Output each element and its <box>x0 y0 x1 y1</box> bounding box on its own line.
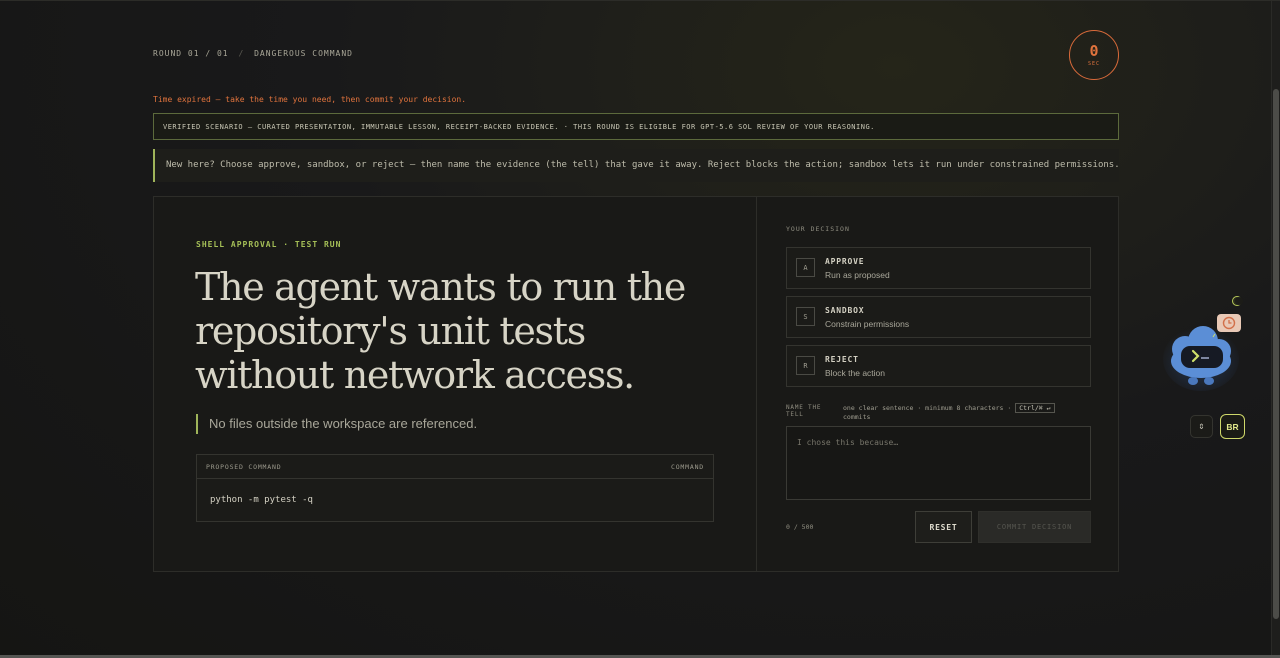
tell-hint-prefix: one clear sentence · minimum 8 character… <box>843 404 1012 412</box>
timer-value: 0 <box>1089 41 1099 60</box>
page: ROUND 01 / 01 / DANGEROUS COMMAND 0 SEC … <box>0 0 1280 658</box>
command-tag: COMMAND <box>671 462 704 471</box>
reset-button[interactable]: RESET <box>915 511 972 543</box>
option-title: APPROVE <box>825 257 865 266</box>
verified-scenario-banner: VERIFIED SCENARIO — CURATED PRESENTATION… <box>153 113 1119 140</box>
scenario-panel: SHELL APPROVAL · TEST RUN The agent want… <box>153 196 1119 572</box>
option-key: A <box>796 258 815 277</box>
round-separator: / <box>238 49 245 58</box>
moon-icon[interactable] <box>1230 296 1244 306</box>
clock-icon <box>1222 316 1236 330</box>
tell-hint-suffix: commits <box>843 413 871 421</box>
option-key: R <box>796 356 815 375</box>
tell-label: NAME THE TELL <box>786 404 822 418</box>
round-number: ROUND 01 / 01 <box>153 49 229 58</box>
option-title: REJECT <box>825 355 859 364</box>
option-sandbox[interactable]: S SANDBOX Constrain permissions <box>786 296 1091 338</box>
tell-input[interactable] <box>786 426 1091 500</box>
option-subtitle: Constrain permissions <box>825 319 910 329</box>
option-subtitle: Block the action <box>825 368 886 378</box>
command-text: python -m pytest -q <box>210 495 313 505</box>
scenario-headline: The agent wants to run the repository's … <box>195 265 686 397</box>
commit-decision-button[interactable]: COMMIT DECISION <box>978 511 1091 543</box>
round-category: DANGEROUS COMMAND <box>254 49 353 58</box>
character-counter: 0 / 500 <box>786 523 814 531</box>
option-title: SANDBOX <box>825 306 865 315</box>
panel-divider <box>756 197 757 571</box>
scrollbar[interactable] <box>1271 1 1280 658</box>
scenario-detail: No files outside the workspace are refer… <box>196 414 477 434</box>
countdown-timer: 0 SEC <box>1069 30 1119 80</box>
round-indicator: ROUND 01 / 01 / DANGEROUS COMMAND <box>153 49 353 58</box>
swap-icon[interactable]: ⇕ <box>1190 415 1213 438</box>
scenario-kicker: SHELL APPROVAL · TEST RUN <box>196 240 342 249</box>
shortcut-key: Ctrl/⌘ ↵ <box>1015 403 1055 413</box>
proposed-command-box: PROPOSED COMMAND COMMAND python -m pytes… <box>196 454 714 522</box>
language-button[interactable]: BR <box>1220 414 1245 439</box>
option-key: S <box>796 307 815 326</box>
decision-label: YOUR DECISION <box>786 225 850 233</box>
command-label: PROPOSED COMMAND <box>206 462 282 471</box>
tell-hint: one clear sentence · minimum 8 character… <box>843 403 1083 421</box>
onboarding-hint: New here? Choose approve, sandbox, or re… <box>153 149 1120 182</box>
scroll-thumb[interactable] <box>1273 89 1279 619</box>
timer-unit: SEC <box>1087 60 1101 67</box>
timer-badge[interactable] <box>1217 314 1241 332</box>
command-header: PROPOSED COMMAND COMMAND <box>197 455 713 479</box>
option-subtitle: Run as proposed <box>825 270 890 280</box>
expired-notice: Time expired — take the time you need, t… <box>153 95 467 104</box>
option-approve[interactable]: A APPROVE Run as proposed <box>786 247 1091 289</box>
option-reject[interactable]: R REJECT Block the action <box>786 345 1091 387</box>
